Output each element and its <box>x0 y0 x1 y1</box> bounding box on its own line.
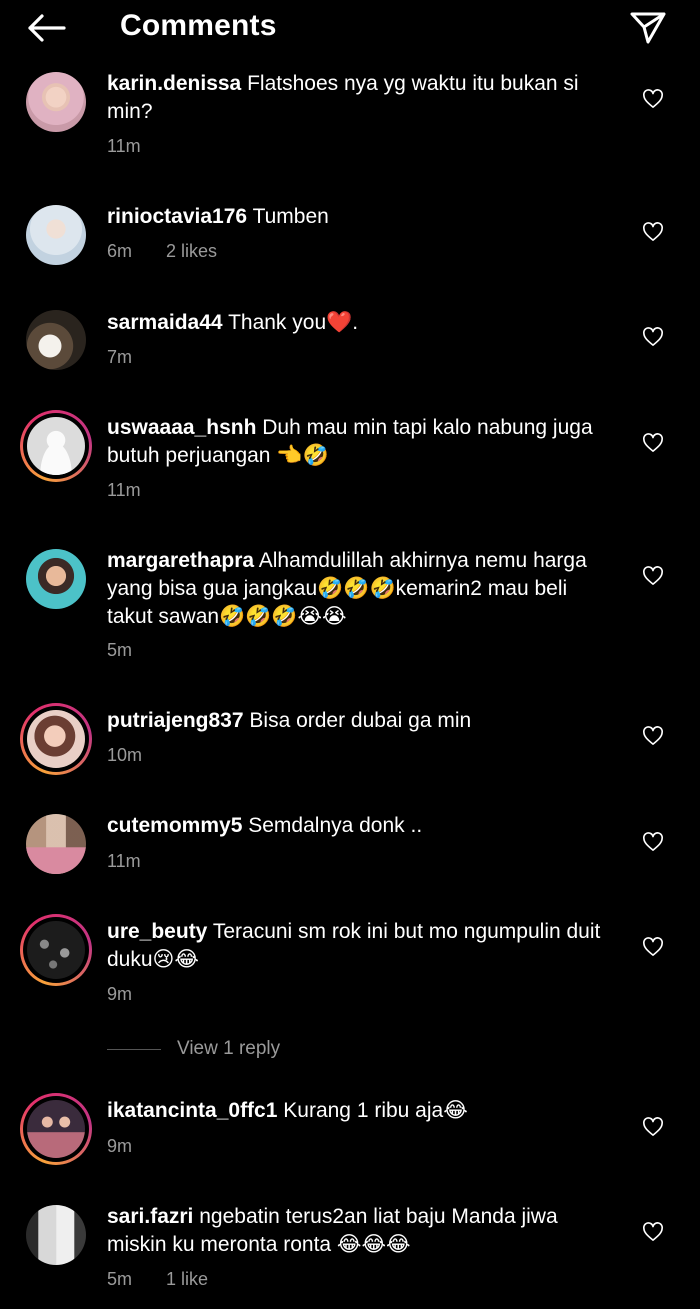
comment-time: 5m <box>107 640 133 660</box>
like-button[interactable] <box>640 1114 666 1140</box>
likes-count[interactable]: 2 likes <box>166 241 217 262</box>
back-button[interactable] <box>22 10 70 46</box>
page-title: Comments <box>120 9 277 42</box>
reply-divider <box>107 1048 161 1050</box>
comment-time: 6m <box>107 241 133 261</box>
like-button[interactable] <box>640 934 666 960</box>
comment-username[interactable]: margarethapra <box>107 549 254 572</box>
avatar[interactable] <box>20 199 92 271</box>
heart-icon <box>643 327 663 346</box>
avatar[interactable] <box>20 66 92 138</box>
comment-username[interactable]: sari.fazri <box>107 1205 193 1228</box>
comment-username[interactable]: rinioctavia176 <box>107 205 247 228</box>
like-button[interactable] <box>640 829 666 855</box>
comment-time: 7m <box>107 347 133 367</box>
avatar[interactable] <box>20 703 92 775</box>
heart-icon <box>643 1222 663 1241</box>
heart-icon <box>643 937 663 956</box>
heart-icon <box>643 222 663 241</box>
avatar[interactable] <box>20 914 92 986</box>
avatar[interactable] <box>20 410 92 482</box>
heart-icon <box>643 726 663 745</box>
like-button[interactable] <box>640 324 666 350</box>
comment-time: 5m <box>107 1269 133 1289</box>
paper-plane-icon <box>630 12 666 44</box>
heart-icon <box>643 89 663 108</box>
comment-time: 11m <box>107 851 141 871</box>
avatar[interactable] <box>20 808 92 880</box>
view-replies-label: View 1 reply <box>177 1038 281 1059</box>
view-replies-button[interactable]: View 1 reply <box>107 1038 280 1060</box>
comment-username[interactable]: karin.denissa <box>107 72 241 95</box>
heart-icon <box>643 832 663 851</box>
comment-time: 11m <box>107 480 141 500</box>
like-button[interactable] <box>640 563 666 589</box>
like-button[interactable] <box>640 723 666 749</box>
comment-username[interactable]: putriajeng837 <box>107 709 244 732</box>
send-button[interactable] <box>626 8 670 48</box>
like-button[interactable] <box>640 1219 666 1245</box>
comment-username[interactable]: ikatancinta_0ffc1 <box>107 1099 277 1122</box>
comment-time: 9m <box>107 1136 133 1156</box>
like-button[interactable] <box>640 430 666 456</box>
comment-text: Semdalnya donk .. <box>248 814 423 837</box>
heart-icon <box>643 433 663 452</box>
heart-icon <box>643 1117 663 1136</box>
avatar[interactable] <box>20 543 92 615</box>
comment-time: 9m <box>107 984 133 1004</box>
comment-text: Kurang 1 ribu aja😂 <box>283 1099 468 1122</box>
arrow-left-icon <box>28 14 66 42</box>
avatar[interactable] <box>20 1093 92 1165</box>
comment-time: 11m <box>107 136 141 156</box>
comment-username[interactable]: uswaaaa_hsnh <box>107 416 256 439</box>
likes-count[interactable]: 1 like <box>166 1269 208 1290</box>
comment-username[interactable]: ure_beuty <box>107 920 207 943</box>
avatar[interactable] <box>20 1199 92 1271</box>
header: Comments <box>0 0 700 56</box>
comment-text: Thank you❤️. <box>228 311 359 334</box>
comment-time: 10m <box>107 745 143 765</box>
heart-icon <box>643 566 663 585</box>
comment-text: Bisa order dubai ga min <box>249 709 472 732</box>
comment-username[interactable]: cutemommy5 <box>107 814 242 837</box>
comment-username[interactable]: sarmaida44 <box>107 311 223 334</box>
like-button[interactable] <box>640 86 666 112</box>
like-button[interactable] <box>640 219 666 245</box>
comment-text: Tumben <box>252 205 329 228</box>
avatar[interactable] <box>20 304 92 376</box>
